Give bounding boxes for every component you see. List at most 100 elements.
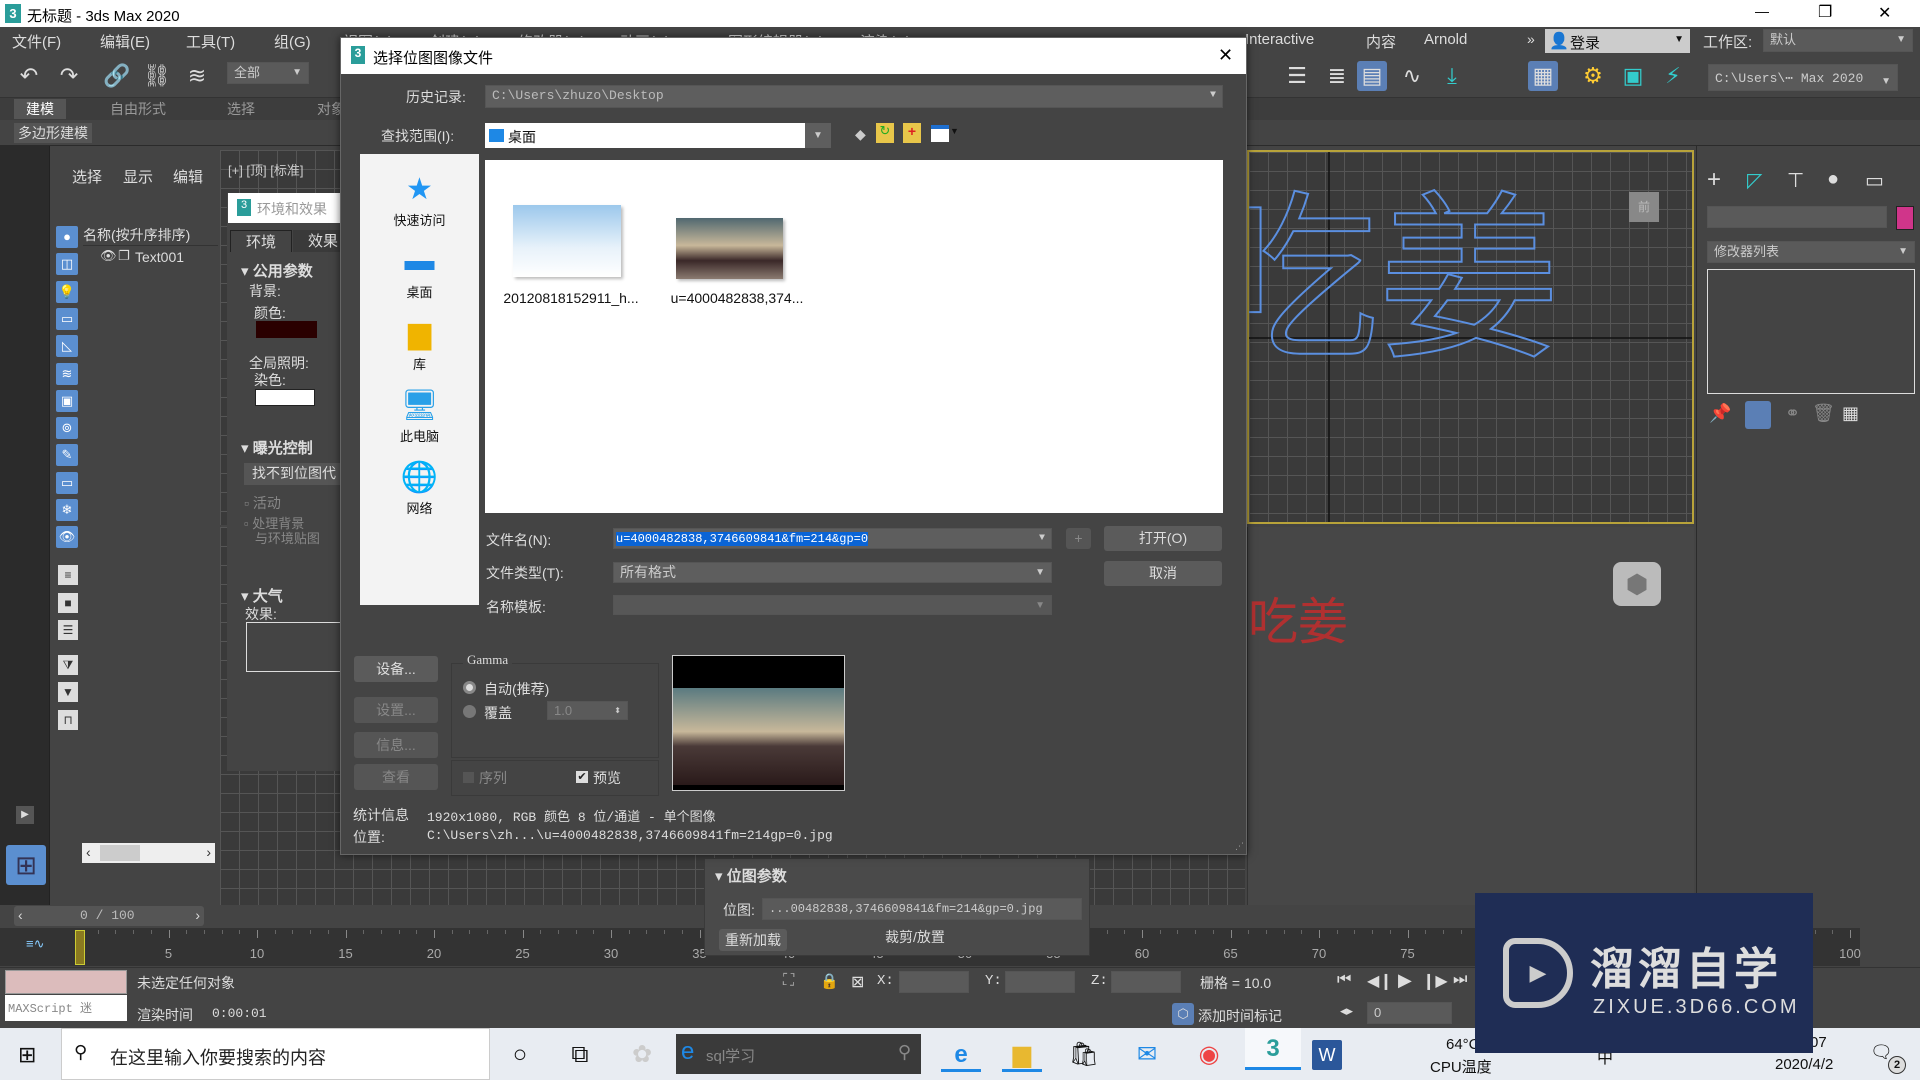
login-dropdown[interactable]: 👤 登录 ▼ <box>1545 29 1690 53</box>
pinned-app-icon[interactable]: ✿ <box>622 1038 662 1072</box>
place-2[interactable]: ▆ 库 <box>360 316 479 381</box>
list-item[interactable]: 👁 ❐ Text001 <box>83 248 218 268</box>
go-to-start-icon[interactable]: ⏮ <box>1337 971 1351 989</box>
z-coordinate-input[interactable] <box>1111 971 1181 993</box>
configure-sets-icon[interactable]: ▦ <box>1842 403 1859 424</box>
bind-spacewarp-icon[interactable]: ≋ <box>182 61 212 91</box>
mail-icon[interactable]: ✉ <box>1127 1038 1167 1072</box>
absolute-mode-icon[interactable]: ⊠ <box>851 972 864 992</box>
date[interactable]: 2020/4/2 <box>1775 1056 1833 1073</box>
go-to-end-icon[interactable]: ⏭ <box>1453 971 1467 989</box>
view-menu-chevron-icon[interactable]: ▼ <box>950 126 959 136</box>
prev-key-icon[interactable]: ◀❙ <box>1367 971 1393 991</box>
scene-explorer-icon[interactable]: ☰ <box>1282 61 1312 91</box>
file-name[interactable]: u=4000482838,374... <box>657 290 817 306</box>
scroll-right-icon[interactable]: › <box>206 844 211 860</box>
menu-item-12[interactable]: Arnold <box>1424 31 1467 48</box>
new-folder-icon[interactable]: + <box>903 123 921 143</box>
ribbon-tab-0[interactable]: 建模 <box>14 99 66 119</box>
reload-button[interactable]: 重新加载 <box>719 929 787 951</box>
render-setup-icon[interactable]: ⚙ <box>1578 61 1608 91</box>
x-coordinate-input[interactable] <box>899 971 969 993</box>
dialog-close-button[interactable]: ✕ <box>1218 45 1233 66</box>
info-button[interactable]: 信息... <box>354 732 438 758</box>
schematic-view-icon[interactable]: ⤓ <box>1437 61 1467 91</box>
pin-stack-icon[interactable]: 📌 <box>1709 403 1731 424</box>
modifier-stack[interactable] <box>1707 269 1915 394</box>
tab-environment[interactable]: 环境 <box>230 230 292 252</box>
object-color-swatch[interactable] <box>1896 206 1914 230</box>
effects-list[interactable] <box>246 622 340 672</box>
file-name[interactable]: 20120818152911_h... <box>491 290 651 306</box>
play-icon[interactable]: ▶ <box>1398 970 1412 991</box>
layer-explorer-icon[interactable]: ≣ <box>1322 61 1352 91</box>
object-name-input[interactable] <box>1707 206 1887 228</box>
hierarchy-tab-icon[interactable]: ⊤ <box>1787 168 1804 193</box>
spacewarp-icon[interactable]: ≋ <box>56 362 78 385</box>
look-in-dropdown[interactable]: 桌面 ▼ <box>485 123 831 148</box>
eye-icon[interactable]: 👁 <box>100 248 117 264</box>
menu-item-11[interactable]: 内容 <box>1366 31 1396 52</box>
link-icon[interactable]: 🔗 <box>102 61 132 91</box>
create-tab-icon[interactable]: + <box>1707 166 1721 194</box>
project-folder-dropdown[interactable]: C:\Users\⋯ Max 2020 ▼ <box>1708 64 1898 91</box>
file-list[interactable]: 20120818152911_h... u=4000482838,374... <box>485 160 1223 513</box>
display-tab-icon[interactable]: ▭ <box>1865 168 1884 193</box>
history-dropdown[interactable]: C:\Users\zhuzo\Desktop ▼ <box>485 85 1223 108</box>
y-coordinate-input[interactable] <box>1005 971 1075 993</box>
minimize-button[interactable]: — <box>1755 3 1769 19</box>
place-1[interactable]: ▬ 桌面 <box>360 244 479 309</box>
square-icon[interactable]: ■ <box>58 593 78 613</box>
menu-item-0[interactable]: 文件(F) <box>12 31 61 52</box>
next-frame-icon[interactable]: › <box>195 907 200 923</box>
process-bg-checkbox[interactable]: ▫ 处理背景 与环境贴图 <box>244 516 320 546</box>
helper-icon[interactable]: ◺ <box>56 335 78 358</box>
tab-effects[interactable]: 效果 <box>293 230 340 252</box>
background-color-swatch[interactable] <box>256 321 317 338</box>
visibility-icon[interactable]: 👁 <box>56 526 78 549</box>
prev-frame-icon[interactable]: ‹ <box>18 907 23 923</box>
scroll-left-icon[interactable]: ‹ <box>86 844 91 860</box>
modify-tab-icon[interactable]: ◸ <box>1747 168 1762 193</box>
container-icon[interactable]: ▭ <box>56 471 78 494</box>
exposure-type-dropdown[interactable]: 找不到位图代 <box>244 463 340 485</box>
up-folder-icon[interactable]: ↻ <box>876 123 894 143</box>
file-explorer-icon[interactable]: ▆ <box>1002 1038 1042 1072</box>
viewcube-icon[interactable]: ⬢ <box>1613 562 1661 606</box>
curve-editor-toggle-icon[interactable]: ≡∿ <box>26 936 44 952</box>
workspace-dropdown[interactable]: 默认 ▼ <box>1763 29 1913 52</box>
container-outline-icon[interactable]: ⊓ <box>58 710 78 730</box>
curve-editor-icon[interactable]: ∿ <box>1397 61 1427 91</box>
make-unique-icon[interactable]: ⚭ <box>1785 403 1800 424</box>
filename-input[interactable]: u=4000482838,3746609841&fm=214&gp=0 ▼ <box>613 528 1052 549</box>
web-search-box[interactable]: e sql学习 ⚲ <box>676 1034 921 1074</box>
common-params-rollout[interactable]: ▾ 公用参数 <box>241 260 313 281</box>
menu-item-1[interactable]: 编辑(E) <box>100 31 150 52</box>
list-icon[interactable]: ≡ <box>58 565 78 585</box>
menu-item-2[interactable]: 工具(T) <box>186 31 235 52</box>
browser-icon[interactable]: ◉ <box>1189 1038 1229 1072</box>
isolate-selection-icon[interactable]: ⛶ <box>783 972 794 990</box>
next-key-icon[interactable]: ❙▶ <box>1422 971 1448 991</box>
viewport-layout-button[interactable]: ⊞ <box>6 845 46 885</box>
filter-icon[interactable]: ▼ <box>58 682 78 702</box>
active-checkbox[interactable]: ▫ 活动 <box>244 493 281 513</box>
motion-tab-icon[interactable]: ● <box>1827 168 1839 191</box>
viewcube-icon[interactable]: 前 <box>1629 192 1659 222</box>
place-4[interactable]: 🌐 网络 <box>360 460 479 525</box>
time-slider[interactable]: ‹ 0 / 100 › <box>14 906 204 926</box>
task-view-icon[interactable]: ⧉ <box>560 1038 600 1072</box>
explorer-tab-display[interactable]: 显示 <box>123 166 153 187</box>
bitmap-path-button[interactable]: ...00482838,3746609841&fm=214&gp=0.jpg <box>762 898 1082 920</box>
add-time-tag-icon[interactable]: ⬡ <box>1172 1003 1194 1025</box>
time-slider-thumb[interactable] <box>75 930 85 965</box>
render-production-icon[interactable]: ⚡ <box>1658 61 1688 91</box>
maxscript-input[interactable]: MAXScript 迷 <box>5 995 127 1021</box>
display-icon[interactable]: ⊚ <box>56 417 78 440</box>
sphere-icon[interactable]: ● <box>56 226 78 248</box>
add-button[interactable]: + <box>1066 528 1091 549</box>
gamma-override-spinner[interactable]: 1.0 ⬍ <box>547 701 628 720</box>
brush-icon[interactable]: ✎ <box>56 444 78 467</box>
filetype-dropdown[interactable]: 所有格式 ▼ <box>613 562 1052 583</box>
lock-selection-icon[interactable]: 🔒 <box>820 972 839 990</box>
